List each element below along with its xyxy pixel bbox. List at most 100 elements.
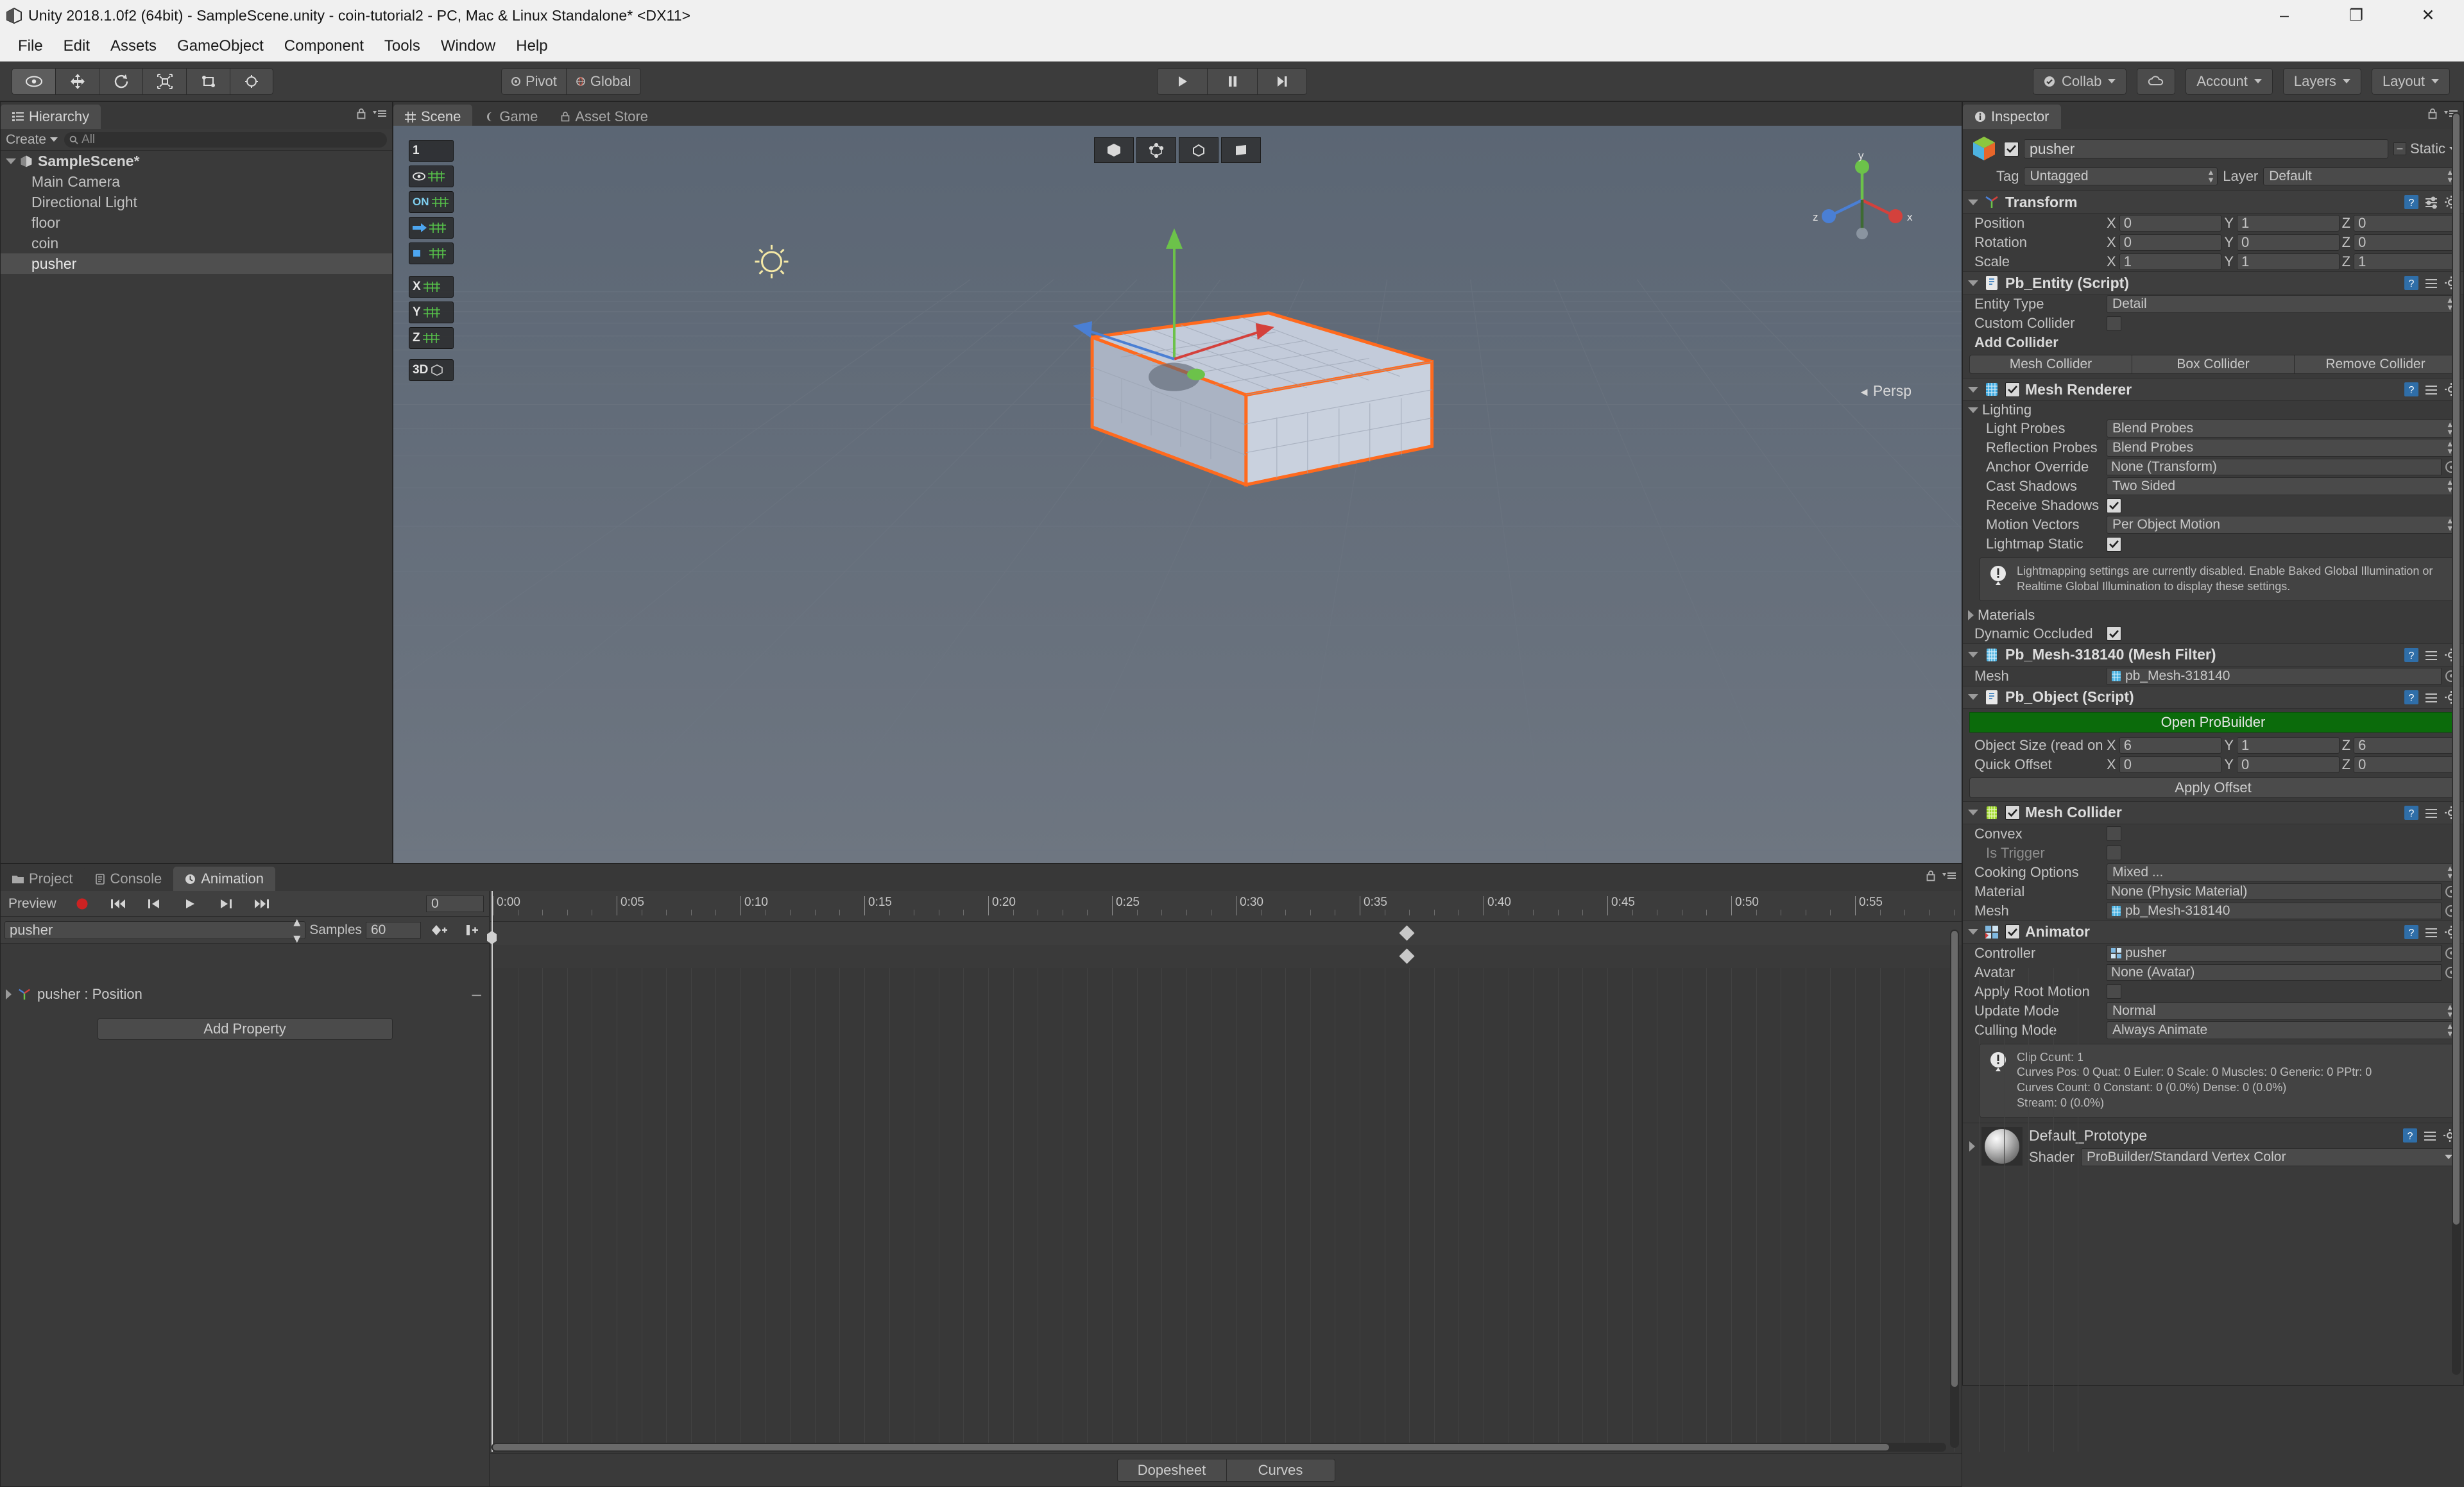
foldout-icon[interactable]: [1969, 1141, 1975, 1151]
menu-help[interactable]: Help: [506, 35, 558, 58]
scale-y[interactable]: Y1: [2224, 253, 2339, 270]
menu-assets[interactable]: Assets: [100, 35, 167, 58]
overlay-button-3d[interactable]: 3D: [409, 359, 454, 381]
preset-icon[interactable]: [2423, 1128, 2437, 1143]
scene-view-axis-gizmo[interactable]: y x z: [1801, 145, 1923, 260]
overlay-button-on[interactable]: ON: [409, 191, 454, 213]
account-button[interactable]: Account: [2186, 68, 2273, 95]
layers-button[interactable]: Layers: [2283, 68, 2361, 95]
component-header-pb-object[interactable]: Pb_Object (Script) ?: [1963, 686, 2463, 709]
static-toggle[interactable]: – Static: [2393, 140, 2457, 157]
preset-icon[interactable]: [2424, 806, 2438, 820]
scale-z[interactable]: Z1: [2342, 253, 2457, 270]
static-checkbox[interactable]: –: [2393, 142, 2406, 155]
overlay-button-arrow[interactable]: [409, 217, 454, 239]
position-x[interactable]: X0: [2107, 215, 2221, 232]
rect-tool-button[interactable]: [186, 68, 230, 95]
overlay-button-x[interactable]: X: [409, 276, 454, 298]
hierarchy-item-directional-light[interactable]: Directional Light: [1, 192, 392, 212]
tab-animation[interactable]: Animation: [173, 867, 275, 891]
entity-type-dropdown[interactable]: Detail ▴▾: [2107, 295, 2457, 313]
custom-collider-checkbox[interactable]: [2107, 316, 2121, 331]
quick-offset-z[interactable]: Z0: [2342, 756, 2457, 773]
pivot-toggle[interactable]: Pivot: [501, 68, 566, 95]
preset-icon[interactable]: [2424, 276, 2438, 290]
help-icon[interactable]: ?: [2403, 1128, 2417, 1143]
component-header-pb-entity[interactable]: Pb_Entity (Script) ?: [1963, 271, 2463, 294]
cast-shadows-dropdown[interactable]: Two Sided▴▾: [2107, 477, 2457, 495]
timeline-horizontal-scrollbar[interactable]: [492, 1443, 1946, 1452]
motion-vectors-dropdown[interactable]: Per Object Motion▴▾: [2107, 516, 2457, 534]
apply-offset-button[interactable]: Apply Offset: [1969, 777, 2457, 798]
tag-dropdown[interactable]: Untagged ▴▾: [2024, 167, 2218, 185]
help-icon[interactable]: ?: [2404, 925, 2418, 939]
previous-keyframe-button[interactable]: [136, 891, 172, 917]
menu-tools[interactable]: Tools: [374, 35, 431, 58]
shader-dropdown[interactable]: ProBuilder/Standard Vertex Color: [2081, 1148, 2457, 1166]
timeline-vertical-scrollbar[interactable]: [1950, 930, 1959, 1448]
move-tool-button[interactable]: [55, 68, 99, 95]
dopesheet-row-position[interactable]: [490, 945, 1962, 968]
foldout-icon[interactable]: [1968, 610, 1974, 620]
menu-component[interactable]: Component: [274, 35, 374, 58]
timeline-ruler[interactable]: 0:000:050:100:150:200:250:300:350:400:45…: [490, 891, 1962, 922]
help-icon[interactable]: ?: [2404, 276, 2418, 290]
foldout-icon[interactable]: [1968, 200, 1978, 205]
hierarchy-search-input[interactable]: All: [64, 132, 387, 148]
preset-icon[interactable]: [2424, 925, 2438, 939]
preview-label[interactable]: Preview: [1, 896, 64, 912]
skip-to-start-button[interactable]: [100, 891, 136, 917]
menu-window[interactable]: Window: [431, 35, 506, 58]
object-enabled-checkbox[interactable]: [2004, 142, 2019, 157]
collider-mesh-objectfield[interactable]: pb_Mesh-318140: [2107, 903, 2442, 919]
remove-collider-button[interactable]: Remove Collider: [2294, 355, 2457, 374]
foldout-icon[interactable]: [6, 158, 16, 164]
cooking-options-dropdown[interactable]: Mixed ...▴▾: [2107, 863, 2457, 881]
controller-objectfield[interactable]: pusher: [2107, 945, 2442, 962]
dopesheet-tab[interactable]: Dopesheet: [1117, 1459, 1226, 1482]
scene-viewport[interactable]: 1 ON X: [393, 126, 1962, 863]
rotate-tool-button[interactable]: [99, 68, 142, 95]
scale-x[interactable]: X1: [2107, 253, 2221, 270]
handle-space-toggle[interactable]: Global: [566, 68, 641, 95]
culling-mode-dropdown[interactable]: Always Animate▴▾: [2107, 1021, 2457, 1039]
anchor-override-objectfield[interactable]: None (Transform): [2107, 459, 2442, 475]
vertex-mode-button[interactable]: [1136, 137, 1176, 163]
overlay-button-square[interactable]: [409, 242, 454, 264]
materials-subsection-header[interactable]: Materials: [1963, 606, 2463, 624]
mesh-objectfield[interactable]: pb_Mesh-318140: [2107, 668, 2442, 684]
avatar-objectfield[interactable]: None (Avatar): [2107, 964, 2442, 981]
samples-input[interactable]: 60: [366, 922, 421, 939]
collab-button[interactable]: Collab: [2033, 68, 2126, 95]
transform-tool-button[interactable]: [230, 68, 273, 95]
hierarchy-item-pusher[interactable]: pusher: [1, 253, 392, 274]
inspector-scrollbar[interactable]: [2452, 112, 2461, 1375]
reflection-probes-dropdown[interactable]: Blend Probes▴▾: [2107, 439, 2457, 457]
mesh-collider-button[interactable]: Mesh Collider: [1969, 355, 2132, 374]
help-icon[interactable]: ?: [2404, 648, 2418, 662]
face-mode-button[interactable]: [1221, 137, 1261, 163]
layout-button[interactable]: Layout: [2372, 68, 2450, 95]
curves-tab[interactable]: Curves: [1226, 1459, 1335, 1482]
hierarchy-item-coin[interactable]: coin: [1, 233, 392, 253]
tab-console[interactable]: Console: [84, 867, 173, 891]
mesh-collider-enabled-checkbox[interactable]: [2005, 805, 2020, 820]
menu-gameobject[interactable]: GameObject: [167, 35, 274, 58]
add-property-button[interactable]: Add Property: [98, 1018, 393, 1040]
object-mode-button[interactable]: [1094, 137, 1134, 163]
foldout-icon[interactable]: [6, 989, 12, 999]
create-button[interactable]: Create: [6, 132, 58, 148]
step-button[interactable]: [1257, 68, 1307, 95]
add-keyframe-button[interactable]: [425, 917, 453, 943]
menu-edit[interactable]: Edit: [53, 35, 100, 58]
add-event-button[interactable]: [457, 917, 485, 943]
overlay-button-y[interactable]: Y: [409, 302, 454, 323]
rotation-x[interactable]: X0: [2107, 234, 2221, 251]
lighting-subsection-header[interactable]: Lighting: [1963, 401, 2463, 419]
dopesheet-area[interactable]: [490, 922, 1962, 1452]
convex-checkbox[interactable]: [2107, 826, 2121, 841]
help-icon[interactable]: ?: [2404, 690, 2418, 704]
rotation-y[interactable]: Y0: [2224, 234, 2339, 251]
edge-mode-button[interactable]: [1179, 137, 1219, 163]
foldout-icon[interactable]: [1968, 387, 1978, 393]
